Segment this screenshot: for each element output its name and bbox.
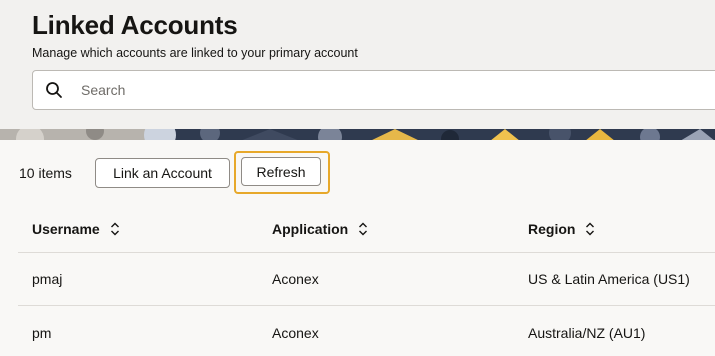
link-account-button[interactable]: Link an Account [95,158,230,188]
banner-pattern [0,128,715,140]
row-divider [18,305,715,306]
column-header-username[interactable]: Username [32,221,120,237]
item-count: 10 items [19,165,72,181]
decorative-banner [0,128,715,140]
refresh-button[interactable]: Refresh [241,157,321,186]
header-divider [18,252,715,253]
search-box[interactable] [32,70,715,110]
cell-region: US & Latin America (US1) [528,271,690,287]
column-header-label: Application [272,221,349,237]
cell-application: Aconex [272,271,319,287]
page-subtitle: Manage which accounts are linked to your… [32,46,358,60]
search-input[interactable] [81,75,681,105]
cell-application: Aconex [272,325,319,341]
cell-username: pmaj [32,271,63,287]
sort-icon [110,222,119,236]
column-header-region[interactable]: Region [528,221,595,237]
search-icon [46,82,62,98]
sort-icon [586,222,595,236]
column-header-label: Username [32,221,100,237]
cell-username: pm [32,325,52,341]
column-header-application[interactable]: Application [272,221,368,237]
sort-icon [359,222,368,236]
page-header: Linked Accounts Manage which accounts ar… [0,0,715,140]
page-title: Linked Accounts [32,10,238,40]
column-header-label: Region [528,221,576,237]
cell-region: Australia/NZ (AU1) [528,325,646,341]
